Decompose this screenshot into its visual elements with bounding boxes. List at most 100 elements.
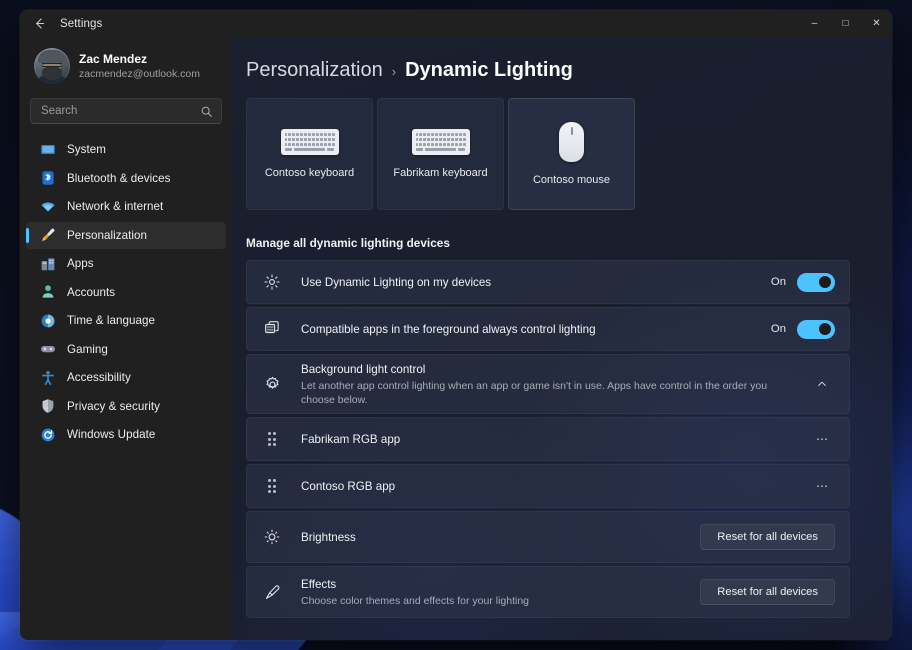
drag-handle-icon[interactable] — [263, 432, 281, 446]
sidebar-item-label: Apps — [67, 257, 94, 270]
breadcrumb-separator: › — [392, 64, 396, 79]
setting-title: Brightness — [301, 530, 688, 545]
toggle-state-label: On — [771, 323, 786, 335]
section-title: Manage all dynamic lighting devices — [246, 236, 850, 250]
device-name: Fabrikam keyboard — [393, 167, 487, 179]
gear-icon — [263, 376, 281, 393]
sidebar-item-apps[interactable]: Apps — [26, 250, 226, 277]
maximize-button[interactable]: □ — [830, 10, 861, 37]
setting-row-brightness[interactable]: Brightness Reset for all devices — [246, 511, 850, 563]
foreground-control-toggle[interactable] — [797, 320, 835, 339]
sidebar-item-label: Time & language — [67, 314, 155, 327]
sidebar-item-accounts[interactable]: Accounts — [26, 279, 226, 306]
sidebar-item-system[interactable]: System — [26, 136, 226, 163]
setting-row-use-dynamic-lighting[interactable]: Use Dynamic Lighting on my devices On — [246, 260, 850, 304]
sidebar-item-privacy-security[interactable]: Privacy & security — [26, 393, 226, 420]
sidebar-item-label: Windows Update — [67, 428, 155, 441]
effects-reset-button[interactable]: Reset for all devices — [700, 579, 835, 605]
setting-title: Effects — [301, 577, 688, 592]
sidebar-item-windows-update[interactable]: Windows Update — [26, 421, 226, 448]
page-title: Dynamic Lighting — [405, 59, 573, 82]
paintbrush-icon — [263, 584, 281, 601]
profile-email: zacmendez@outlook.com — [79, 67, 200, 81]
sidebar-item-bluetooth-devices[interactable]: Bluetooth & devices — [26, 165, 226, 192]
setting-description: Let another app control lighting when an… — [301, 379, 797, 407]
avatar — [34, 48, 70, 84]
keyboard-icon — [281, 129, 339, 155]
setting-title: Background light control — [301, 362, 797, 377]
drag-handle-icon[interactable] — [263, 479, 281, 493]
device-card[interactable]: Fabrikam keyboard — [377, 98, 504, 210]
background-app-row[interactable]: Contoso RGB app ⋯ — [246, 464, 850, 508]
setting-description: Choose color themes and effects for your… — [301, 594, 688, 608]
setting-title: Use Dynamic Lighting on my devices — [301, 275, 759, 290]
search-icon — [200, 105, 213, 118]
setting-title: Compatible apps in the foreground always… — [301, 322, 759, 337]
brightness-reset-button[interactable]: Reset for all devices — [700, 524, 835, 550]
user-profile[interactable]: Zac Mendez zacmendez@outlook.com — [26, 37, 226, 96]
app-window-icon — [263, 321, 281, 337]
sun-icon — [263, 529, 281, 545]
minimize-button[interactable]: – — [799, 10, 830, 37]
device-card[interactable]: Contoso keyboard — [246, 98, 373, 210]
search-input[interactable] — [41, 105, 200, 117]
back-button[interactable] — [24, 10, 54, 37]
setting-row-background-light-control[interactable]: Background light control Let another app… — [246, 354, 850, 414]
sidebar-item-label: Personalization — [67, 229, 147, 242]
sidebar-item-label: Accounts — [67, 286, 115, 299]
gamepad-icon — [40, 341, 56, 357]
sidebar-item-time-language[interactable]: Time & language — [26, 307, 226, 334]
display-icon — [40, 142, 56, 158]
sidebar-nav: System Bluetooth & devices Network & inter… — [26, 136, 226, 448]
device-name: Contoso keyboard — [265, 167, 354, 179]
breadcrumb: Personalization › Dynamic Lighting — [246, 37, 850, 98]
window-controls: – □ ✕ — [799, 10, 892, 37]
background-app-row[interactable]: Fabrikam RGB app ⋯ — [246, 417, 850, 461]
close-button[interactable]: ✕ — [861, 10, 892, 37]
keyboard-icon — [412, 129, 470, 155]
brightness-burst-icon — [263, 274, 281, 290]
sidebar-item-accessibility[interactable]: Accessibility — [26, 364, 226, 391]
mouse-icon — [559, 122, 584, 162]
person-icon — [40, 284, 56, 300]
overflow-menu-button[interactable]: ⋯ — [809, 473, 835, 499]
sidebar-item-label: Accessibility — [67, 371, 131, 384]
window-titlebar: Settings – □ ✕ — [20, 10, 892, 37]
use-dynamic-lighting-toggle[interactable] — [797, 273, 835, 292]
arrow-left-icon — [33, 17, 46, 30]
setting-row-foreground-control[interactable]: Compatible apps in the foreground always… — [246, 307, 850, 351]
search-box[interactable] — [30, 98, 222, 124]
settings-window: Settings – □ ✕ Zac Mendez zacmendez@outl… — [20, 10, 892, 640]
toggle-state-label: On — [771, 276, 786, 288]
sidebar-item-label: Bluetooth & devices — [67, 172, 170, 185]
background-app-list: Fabrikam RGB app ⋯ Contoso RGB app ⋯ — [246, 417, 850, 508]
device-name: Contoso mouse — [533, 174, 610, 186]
clock-icon — [40, 313, 56, 329]
profile-name: Zac Mendez — [79, 52, 200, 67]
sidebar-item-network-internet[interactable]: Network & internet — [26, 193, 226, 220]
app-name: Contoso RGB app — [301, 479, 797, 494]
wifi-icon — [40, 199, 56, 215]
apps-icon — [40, 256, 56, 272]
shield-icon — [40, 398, 56, 414]
update-icon — [40, 427, 56, 443]
device-card[interactable]: Contoso mouse — [508, 98, 635, 210]
sidebar-item-label: System — [67, 143, 106, 156]
sidebar-item-label: Privacy & security — [67, 400, 160, 413]
overflow-menu-button[interactable]: ⋯ — [809, 426, 835, 452]
app-name: Fabrikam RGB app — [301, 432, 797, 447]
device-card-list: Contoso keyboard Fabrikam keyboard Contoso… — [246, 98, 850, 210]
sidebar-item-gaming[interactable]: Gaming — [26, 336, 226, 363]
breadcrumb-parent[interactable]: Personalization — [246, 59, 383, 82]
sidebar: Zac Mendez zacmendez@outlook.com System B… — [20, 37, 232, 640]
window-title: Settings — [60, 18, 102, 30]
bluetooth-icon — [40, 170, 56, 186]
sidebar-item-label: Network & internet — [67, 200, 163, 213]
content-area: Personalization › Dynamic Lighting Conto… — [232, 37, 892, 640]
paintbrush-icon — [40, 227, 56, 243]
sidebar-item-personalization[interactable]: Personalization — [26, 222, 226, 249]
chevron-up-icon[interactable] — [809, 371, 835, 397]
accessibility-icon — [40, 370, 56, 386]
setting-row-effects[interactable]: Effects Choose color themes and effects … — [246, 566, 850, 618]
sidebar-item-label: Gaming — [67, 343, 108, 356]
